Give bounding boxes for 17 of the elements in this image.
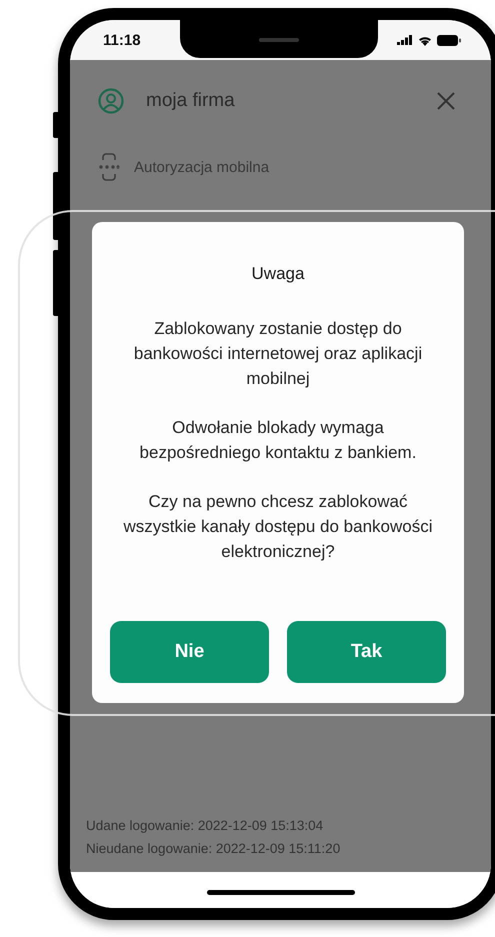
status-time: 11:18 xyxy=(103,32,141,48)
wifi-icon xyxy=(418,34,432,46)
dialog-message: Czy na pewno chcesz zablokować wszystkie kanały dostępu do bankowości elektronicznej? xyxy=(122,491,434,563)
dialog-button[interactable]: Tak xyxy=(287,621,446,683)
user-icon xyxy=(98,88,124,114)
login-info-text: Nieudane logowanie: 2022-12-09 15:11:20 xyxy=(86,841,342,856)
login-info-text: Udane logowanie: 2022-12-09 15:13:04 xyxy=(86,818,324,833)
dialog-button[interactable]: Nie xyxy=(110,621,269,683)
battery-icon xyxy=(437,34,461,46)
signal-icon xyxy=(397,35,413,45)
profile-name: moja firma xyxy=(146,90,235,112)
phone-password-icon xyxy=(98,153,120,181)
dialog-title: Uwaga xyxy=(252,264,304,284)
dialog-message: Odwołanie blokady wymaga bezpośredniego kontaktu z bankiem. xyxy=(138,417,418,464)
dialog-message: Zablokowany zostanie dostęp do bankowości internetowej oraz aplikacji mobilnej xyxy=(132,318,424,390)
menu-item[interactable]: Autoryzacja mobilna xyxy=(134,158,270,176)
close-icon[interactable] xyxy=(437,92,455,110)
